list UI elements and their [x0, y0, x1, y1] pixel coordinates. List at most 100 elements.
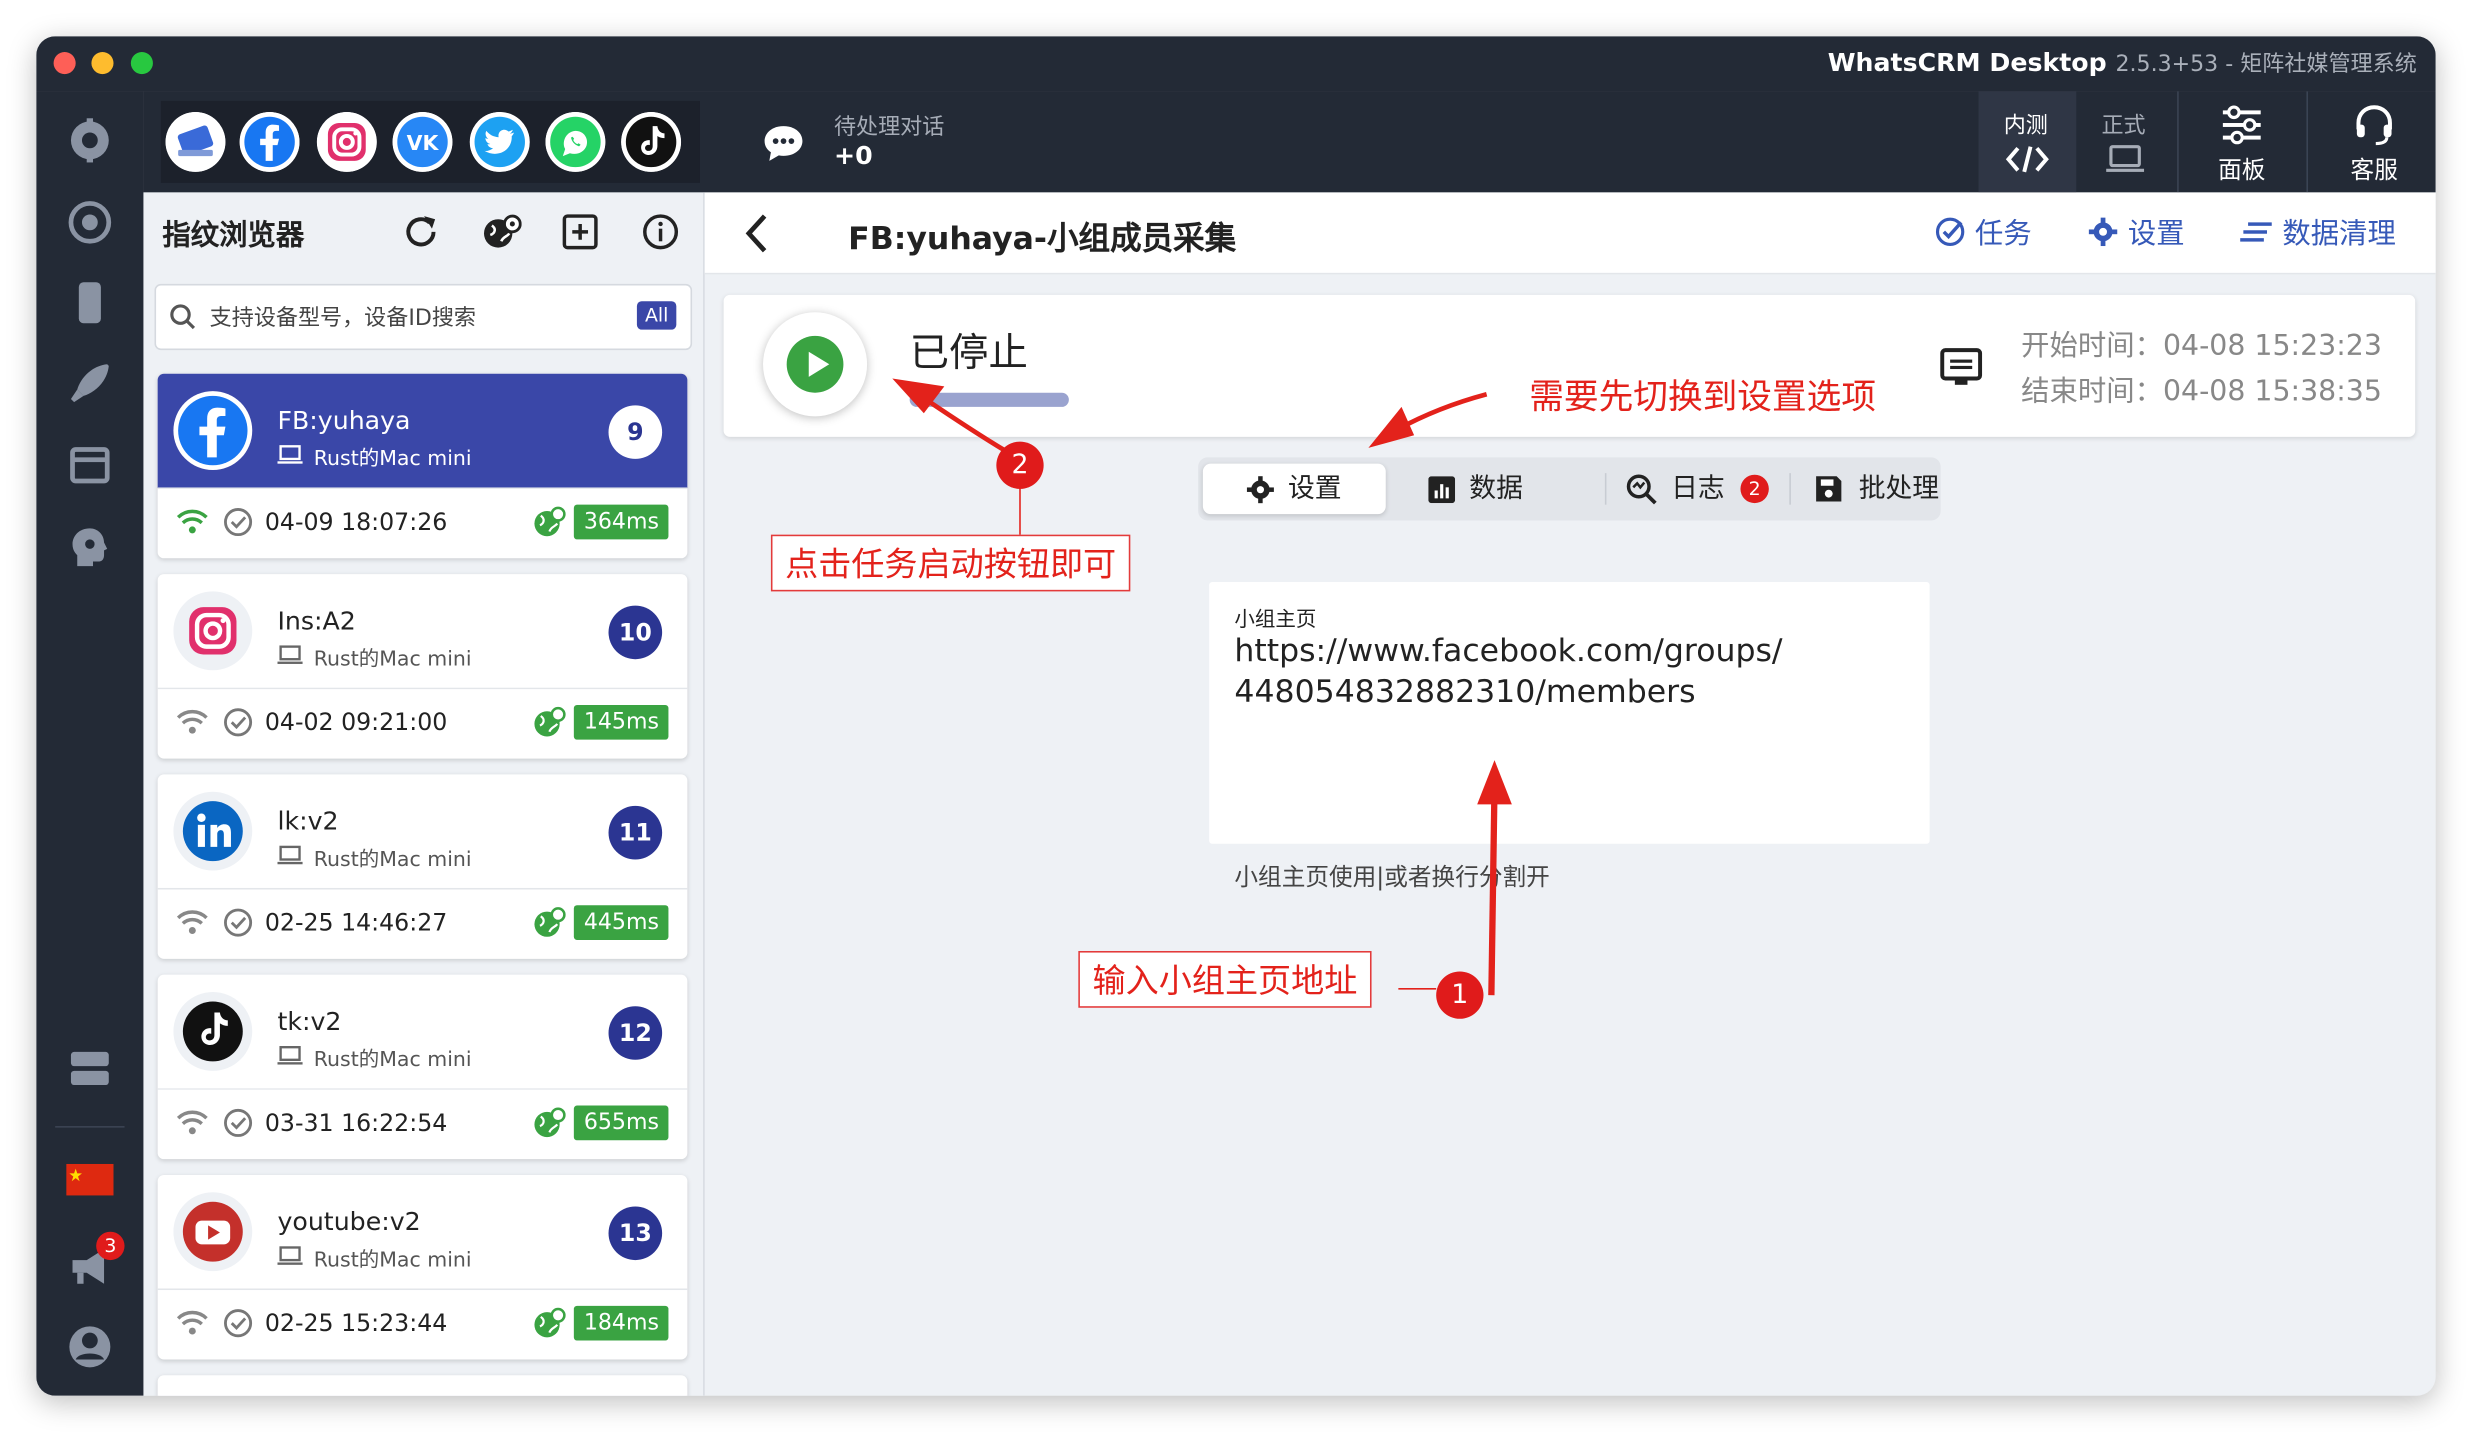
- task-action-button[interactable]: 任务: [1934, 211, 2032, 252]
- device-host: Rust的Mac mini: [313, 848, 472, 873]
- nav-divider: [55, 1126, 125, 1128]
- back-arrow-icon[interactable]: [743, 213, 771, 254]
- instagram-app-icon[interactable]: [316, 111, 377, 172]
- minimize-window-button[interactable]: [91, 52, 114, 75]
- laptop-icon: [2106, 145, 2145, 172]
- user-account-icon[interactable]: [66, 1323, 113, 1370]
- twitter-app-icon[interactable]: [469, 111, 530, 172]
- proxy-globe-icon: [534, 1307, 566, 1338]
- log-monitor-icon[interactable]: [1939, 347, 1983, 388]
- facebook-icon: [173, 391, 253, 470]
- device-card[interactable]: FB:yuhaya Rust的Mac mini 9 04-09 18:07:26…: [157, 373, 688, 559]
- device-name: youtube:v2: [277, 1206, 421, 1237]
- whatsapp-app-icon[interactable]: [545, 111, 606, 172]
- list-clear-icon: [2240, 222, 2272, 242]
- check-circle-icon: [224, 1108, 253, 1137]
- tab-log[interactable]: 日志 2: [1624, 464, 1774, 514]
- info-icon[interactable]: [642, 213, 680, 251]
- device-card[interactable]: [157, 1375, 688, 1396]
- latency-badge: 655ms: [574, 1105, 669, 1141]
- facebook-app-icon[interactable]: [239, 111, 300, 172]
- browser-sidebar: 指纹浏览器 支持设备型号，设备ID搜索 All FB:yuhaya Rust的M…: [143, 192, 705, 1396]
- customer-service-button[interactable]: 客服: [2310, 91, 2436, 192]
- chat-bubble-icon[interactable]: [761, 123, 805, 164]
- close-window-button[interactable]: [53, 52, 76, 75]
- add-browser-icon[interactable]: [561, 213, 599, 251]
- wifi-icon: [176, 509, 208, 534]
- device-card[interactable]: lk:v2 Rust的Mac mini 11 02-25 14:46:27 44…: [157, 774, 688, 959]
- proxy-globe-icon: [534, 907, 566, 937]
- check-circle-icon: [224, 507, 253, 537]
- device-host: Rust的Mac mini: [313, 1249, 472, 1273]
- pending-chats-label: 待处理对话: [833, 115, 945, 141]
- svg-text:VK: VK: [407, 131, 440, 155]
- left-nav-bar: 3: [36, 91, 144, 1396]
- annotation-input-note: 输入小组主页地址: [1078, 950, 1372, 1008]
- device-card-header: youtube:v2 Rust的Mac mini 13: [157, 1175, 688, 1291]
- task-check-icon: [1935, 217, 1965, 247]
- group-url-textarea[interactable]: 小组主页 https://www.facebook.com/groups/ 44…: [1209, 581, 1930, 844]
- wifi-icon: [176, 910, 208, 934]
- device-card[interactable]: youtube:v2 Rust的Mac mini 13 02-25 15:23:…: [157, 1174, 688, 1360]
- laptop-icon: [277, 445, 303, 464]
- settings-action-button[interactable]: 设置: [2087, 211, 2185, 252]
- save-icon: [1816, 476, 1842, 502]
- device-card-footer: 02-25 15:23:44 184ms: [158, 1288, 688, 1359]
- filter-all-badge[interactable]: All: [637, 301, 677, 330]
- vk-app-icon[interactable]: VK: [392, 111, 453, 172]
- pending-chats-count: +0: [833, 140, 873, 171]
- device-search-input[interactable]: 支持设备型号，设备ID搜索 All: [154, 283, 693, 351]
- rocket-icon[interactable]: [66, 360, 113, 407]
- gear-icon: [2088, 217, 2118, 247]
- annotation-step-2: 2: [996, 441, 1044, 489]
- device-host: Rust的Mac mini: [313, 447, 472, 472]
- chrome-icon[interactable]: [66, 199, 113, 246]
- maximize-window-button[interactable]: [130, 52, 153, 75]
- laptop-icon: [277, 1246, 303, 1265]
- tiktok-app-icon[interactable]: [621, 111, 682, 172]
- ai-settings-icon[interactable]: [66, 524, 113, 571]
- refresh-icon[interactable]: [402, 213, 440, 251]
- youtube-icon: [173, 1192, 253, 1272]
- device-number: 9: [608, 405, 663, 459]
- device-card[interactable]: tk:v2 Rust的Mac mini 12 03-31 16:22:54 65…: [157, 974, 688, 1160]
- proxy-globe-icon[interactable]: [481, 213, 522, 254]
- tab-divider: [1604, 473, 1607, 505]
- global-settings-icon[interactable]: [66, 117, 113, 164]
- tab-batch[interactable]: 批处理: [1813, 464, 1939, 514]
- field-value-line1: https://www.facebook.com/groups/: [1234, 630, 1783, 669]
- china-flag-icon[interactable]: [66, 1163, 114, 1196]
- laptop-icon: [277, 845, 303, 865]
- play-icon: [786, 335, 844, 393]
- device-name: tk:v2: [277, 1006, 342, 1037]
- start-task-button[interactable]: [763, 312, 868, 417]
- data-clear-button[interactable]: 数据清理: [2239, 211, 2396, 252]
- phone-icon[interactable]: [66, 279, 113, 326]
- tab-data[interactable]: 数据: [1424, 464, 1550, 514]
- window-title: WhatsCRM Desktop 2.5.3+53 - 矩阵社媒管理系统: [1828, 47, 2417, 79]
- fingerprint-browser-app-icon[interactable]: [165, 111, 226, 172]
- device-name: FB:yuhaya: [277, 405, 411, 436]
- tab-data-label: 数据: [1469, 473, 1523, 505]
- panel-button[interactable]: 面板: [2180, 91, 2303, 192]
- device-card-footer: 03-31 16:22:54 655ms: [158, 1088, 688, 1159]
- linkedin-icon: [173, 791, 253, 871]
- app-version: 2.5.3+53 - 矩阵社媒管理系统: [2115, 52, 2417, 78]
- laptop-icon: [277, 1046, 303, 1065]
- server-icon[interactable]: [66, 1044, 113, 1091]
- last-active-time: 03-31 16:22:54: [264, 1108, 448, 1138]
- tab-batch-label: 批处理: [1858, 473, 1940, 505]
- topbar-divider-2: [2306, 91, 2308, 193]
- search-placeholder: 支持设备型号，设备ID搜索: [209, 305, 476, 332]
- device-card[interactable]: Ins:A2 Rust的Mac mini 10 04-02 09:21:00 1…: [157, 574, 688, 759]
- wifi-icon: [176, 1310, 208, 1335]
- env-prod-button[interactable]: 正式: [2076, 91, 2174, 192]
- store-icon[interactable]: [66, 442, 113, 489]
- device-card-footer: 04-02 09:21:00 145ms: [158, 688, 688, 759]
- bar-chart-icon: [1428, 476, 1456, 504]
- env-beta-button[interactable]: 内测: [1978, 91, 2077, 193]
- tab-settings[interactable]: 设置: [1202, 463, 1386, 515]
- device-host: Rust的Mac mini: [313, 648, 472, 672]
- device-card-header: FB:yuhaya Rust的Mac mini 9: [157, 373, 688, 489]
- last-active-time: 02-25 15:23:44: [264, 1308, 448, 1338]
